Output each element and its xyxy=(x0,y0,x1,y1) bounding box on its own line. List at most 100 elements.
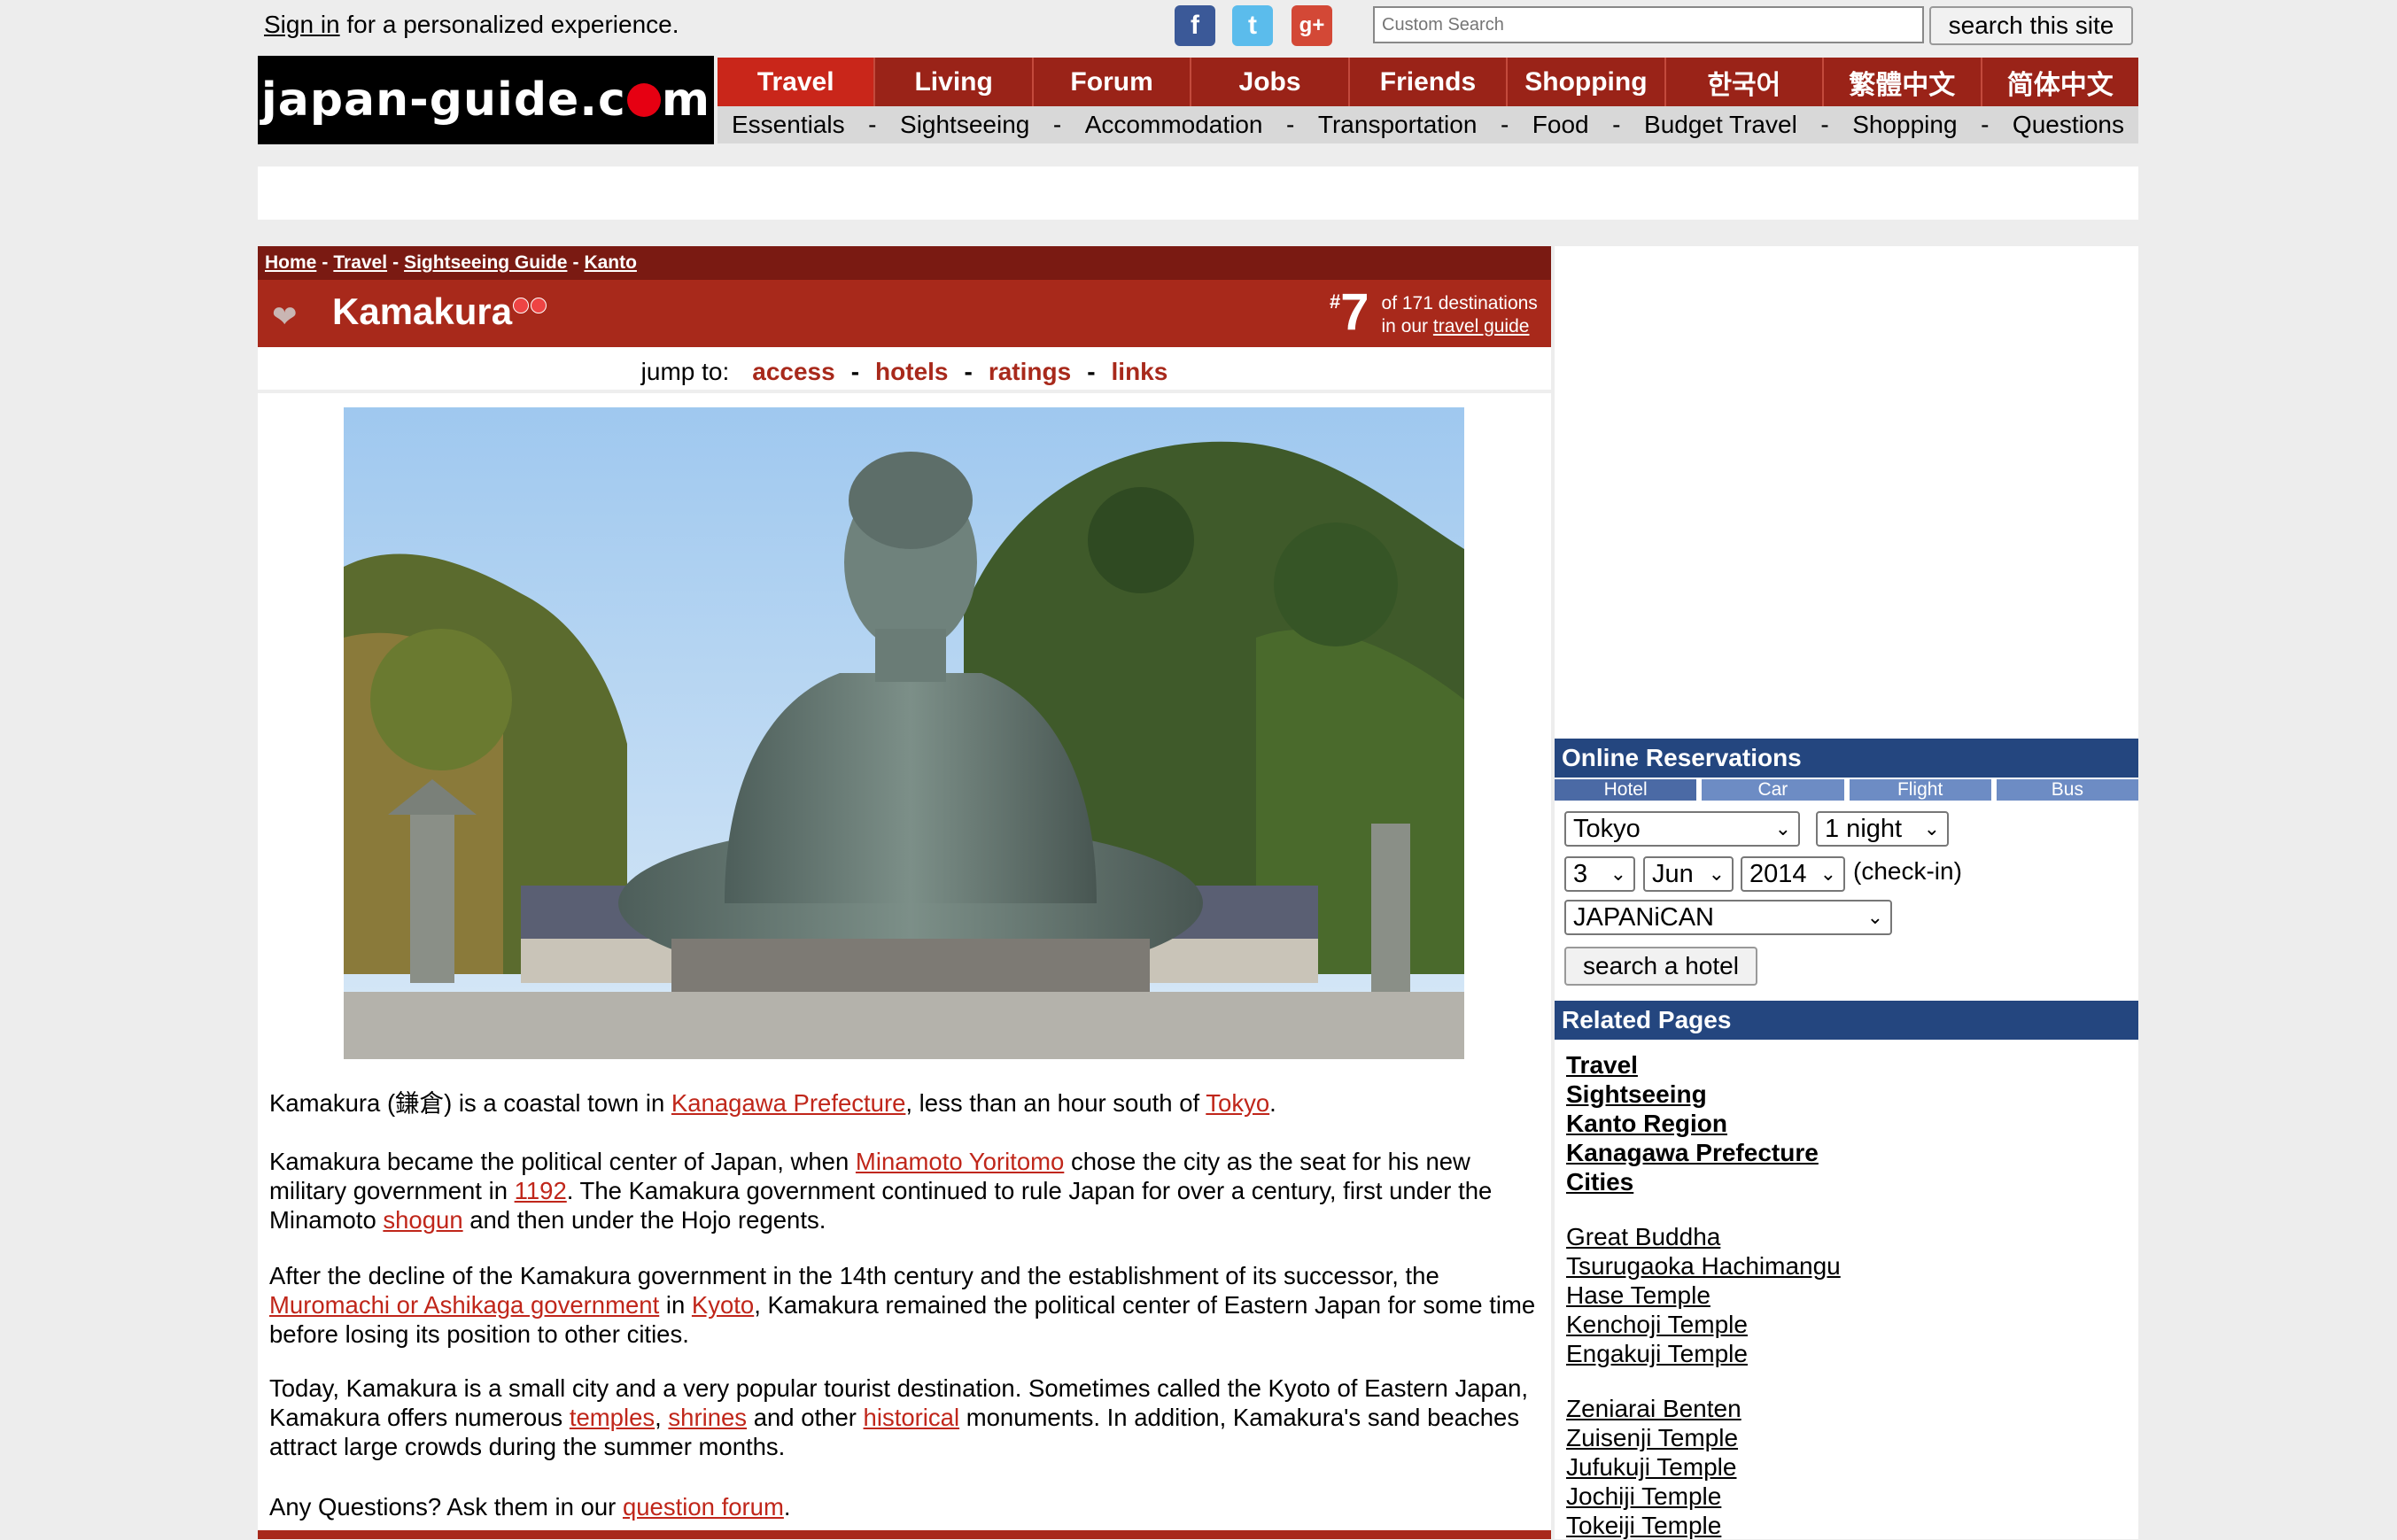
tab-car[interactable]: Car xyxy=(1702,779,1844,801)
related-link-zuisenji[interactable]: Zuisenji Temple xyxy=(1566,1423,1742,1452)
breadcrumb-sightseeing-guide[interactable]: Sightseeing Guide xyxy=(404,252,567,274)
related-link-sightseeing[interactable]: Sightseeing xyxy=(1566,1080,1819,1109)
rank-line2-pre: in our xyxy=(1381,316,1433,337)
tokyo-link[interactable]: Tokyo xyxy=(1206,1089,1269,1117)
question-forum-link[interactable]: question forum xyxy=(623,1493,784,1521)
tab-hotel[interactable]: Hotel xyxy=(1555,779,1697,801)
breadcrumb: Home - Travel - Sightseeing Guide - Kanto xyxy=(258,246,1551,280)
rank-text: of 171 destinations in our travel guide xyxy=(1382,292,1538,338)
subnav-item-budget-travel[interactable]: Budget Travel xyxy=(1644,111,1797,139)
chevron-down-icon: ⌄ xyxy=(1923,817,1940,840)
subnav-item-accommodation[interactable]: Accommodation xyxy=(1085,111,1263,139)
tab-shopping[interactable]: Shopping xyxy=(1508,58,1666,106)
questions-paragraph: Any Questions? Ask them in our question … xyxy=(269,1493,791,1521)
year-1192-link[interactable]: 1192 xyxy=(515,1177,567,1204)
logo-text-end: m xyxy=(661,74,711,127)
jump-ratings-link[interactable]: ratings xyxy=(989,358,1071,386)
day-value: 3 xyxy=(1573,859,1588,888)
related-link-hase-temple[interactable]: Hase Temple xyxy=(1566,1281,1841,1310)
related-link-tsurugaoka[interactable]: Tsurugaoka Hachimangu xyxy=(1566,1251,1841,1281)
logo-dot-icon xyxy=(626,83,661,117)
related-link-cities[interactable]: Cities xyxy=(1566,1167,1819,1196)
related-link-great-buddha[interactable]: Great Buddha xyxy=(1566,1222,1841,1251)
tab-jobs[interactable]: Jobs xyxy=(1191,58,1350,106)
intro-paragraph: Kamakura (鎌倉) is a coastal town in Kanag… xyxy=(269,1089,1276,1117)
breadcrumb-home[interactable]: Home xyxy=(265,252,316,274)
subnav-item-transportation[interactable]: Transportation xyxy=(1318,111,1478,139)
year-value: 2014 xyxy=(1749,859,1807,888)
google-plus-icon[interactable]: g+ xyxy=(1292,5,1332,46)
city-select[interactable]: Tokyo ⌄ xyxy=(1564,811,1800,847)
jump-access-link[interactable]: access xyxy=(752,358,834,386)
month-value: Jun xyxy=(1652,859,1694,888)
page-title: Kamakura xyxy=(332,290,513,332)
temples-link[interactable]: temples xyxy=(570,1404,655,1431)
search-input[interactable] xyxy=(1375,8,1922,42)
tab-bus[interactable]: Bus xyxy=(1996,779,2138,801)
jump-to-bar: jump to: access - hotels - ratings - links xyxy=(258,354,1551,393)
breadcrumb-travel[interactable]: Travel xyxy=(333,252,387,274)
site-search-field[interactable] xyxy=(1373,6,1924,43)
tab-flight[interactable]: Flight xyxy=(1849,779,1991,801)
city-value: Tokyo xyxy=(1573,814,1641,843)
travel-guide-link[interactable]: travel guide xyxy=(1433,316,1530,337)
month-select[interactable]: Jun ⌄ xyxy=(1643,856,1734,892)
tab-korean[interactable]: 한국어 xyxy=(1666,58,1825,106)
nights-select[interactable]: 1 night ⌄ xyxy=(1816,811,1949,847)
kyoto-link[interactable]: Kyoto xyxy=(692,1291,754,1319)
main-nav: Travel Living Forum Jobs Friends Shoppin… xyxy=(718,58,2138,106)
bookmark-heart-icon[interactable]: ❤ xyxy=(272,299,298,335)
related-link-tokeiji[interactable]: Tokeiji Temple xyxy=(1566,1511,1742,1540)
rank-hash: # xyxy=(1330,290,1341,313)
jump-hotels-link[interactable]: hotels xyxy=(875,358,948,386)
subnav-item-shopping[interactable]: Shopping xyxy=(1852,111,1957,139)
related-link-kanagawa[interactable]: Kanagawa Prefecture xyxy=(1566,1138,1819,1167)
related-link-jufukuji[interactable]: Jufukuji Temple xyxy=(1566,1452,1742,1482)
historical-link[interactable]: historical xyxy=(864,1404,960,1431)
kanagawa-link[interactable]: Kanagawa Prefecture xyxy=(671,1089,905,1117)
twitter-icon[interactable]: t xyxy=(1232,5,1273,46)
subnav-item-sightseeing[interactable]: Sightseeing xyxy=(900,111,1029,139)
related-link-travel[interactable]: Travel xyxy=(1566,1050,1819,1080)
nights-value: 1 night xyxy=(1825,814,1903,843)
shrines-link[interactable]: shrines xyxy=(668,1404,747,1431)
provider-select[interactable]: JAPANiCAN ⌄ xyxy=(1564,900,1892,935)
subnav-item-questions[interactable]: Questions xyxy=(2013,111,2124,139)
signin-bar: Sign in for a personalized experience. xyxy=(264,11,679,39)
search-site-button[interactable]: search this site xyxy=(1929,6,2133,45)
breadcrumb-kanto[interactable]: Kanto xyxy=(584,252,637,274)
signin-text: for a personalized experience. xyxy=(339,11,679,38)
chevron-down-icon: ⌄ xyxy=(1708,863,1725,885)
tab-living[interactable]: Living xyxy=(875,58,1034,106)
reservation-tabs: Hotel Car Flight Bus xyxy=(1555,779,2138,801)
jump-links-link[interactable]: links xyxy=(1112,358,1168,386)
related-link-kanto-region[interactable]: Kanto Region xyxy=(1566,1109,1819,1138)
provider-value: JAPANiCAN xyxy=(1573,902,1714,932)
minamoto-yoritomo-link[interactable]: Minamoto Yoritomo xyxy=(856,1148,1064,1175)
related-pages-heading: Related Pages xyxy=(1555,1001,2138,1040)
related-link-kenchoji[interactable]: Kenchoji Temple xyxy=(1566,1310,1841,1339)
destination-rank: # 7 of 171 destinations in our travel gu… xyxy=(1330,287,1538,338)
tab-travel[interactable]: Travel xyxy=(718,58,876,106)
chevron-down-icon: ⌄ xyxy=(1774,817,1791,840)
related-link-zeniarai[interactable]: Zeniarai Benten xyxy=(1566,1394,1742,1423)
search-hotel-button[interactable]: search a hotel xyxy=(1564,947,1757,986)
year-select[interactable]: 2014 ⌄ xyxy=(1741,856,1845,892)
subnav-item-food[interactable]: Food xyxy=(1532,111,1589,139)
reservations-heading: Online Reservations xyxy=(1555,739,2138,778)
subnav-item-essentials[interactable]: Essentials xyxy=(732,111,845,139)
related-group1-links: Great Buddha Tsurugaoka Hachimangu Hase … xyxy=(1566,1222,1841,1368)
shogun-link[interactable]: shogun xyxy=(383,1206,462,1234)
related-link-jochiji[interactable]: Jochiji Temple xyxy=(1566,1482,1742,1511)
today-paragraph: Today, Kamakura is a small city and a ve… xyxy=(269,1374,1529,1460)
day-select[interactable]: 3 ⌄ xyxy=(1564,856,1635,892)
tab-forum[interactable]: Forum xyxy=(1034,58,1192,106)
related-link-engakuji[interactable]: Engakuji Temple xyxy=(1566,1339,1841,1368)
tab-traditional-chinese[interactable]: 繁體中文 xyxy=(1824,58,1982,106)
signin-link[interactable]: Sign in xyxy=(264,11,340,38)
tab-simplified-chinese[interactable]: 简体中文 xyxy=(1982,58,2138,106)
site-logo[interactable]: japan-guide.c m xyxy=(258,56,714,144)
tab-friends[interactable]: Friends xyxy=(1350,58,1509,106)
muromachi-link[interactable]: Muromachi or Ashikaga government xyxy=(269,1291,659,1319)
facebook-icon[interactable]: f xyxy=(1175,5,1215,46)
